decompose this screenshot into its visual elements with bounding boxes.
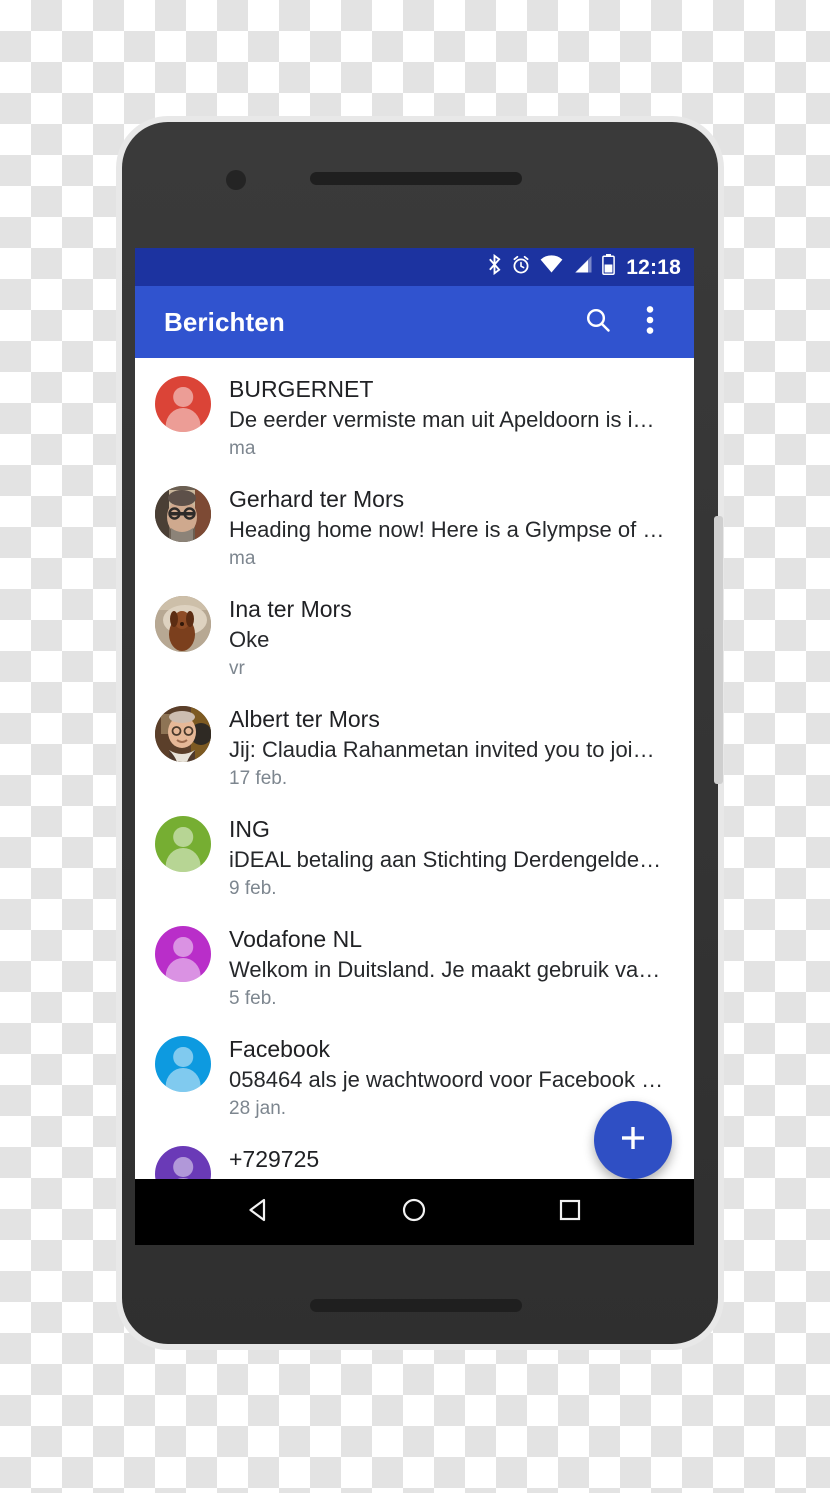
list-item[interactable]: Gerhard ter Mors Heading home now! Here … <box>135 468 694 578</box>
conversation-timestamp: ma <box>229 548 256 569</box>
avatar <box>155 596 211 652</box>
app-toolbar: Berichten <box>135 286 694 358</box>
avatar <box>155 376 211 432</box>
conversation-snippet: iDEAL betaling aan Stichting Derdengelde… <box>229 847 666 872</box>
wifi-icon <box>540 255 563 279</box>
contact-photo <box>155 706 211 762</box>
conversation-snippet: 058464 als je wachtwoord voor Facebook M… <box>229 1067 666 1092</box>
avatar <box>155 926 211 982</box>
conversation-snippet: De eerder vermiste man uit Apeldoorn is … <box>229 407 666 432</box>
conversation-timestamp: vr <box>229 658 245 679</box>
bottom-speaker <box>310 1299 522 1312</box>
phone-screen: 12:18 Berichten BURGERNET De eerder verm… <box>135 248 694 1245</box>
conversation-name: Facebook <box>229 1036 331 1062</box>
conversation-name: ING <box>229 816 270 842</box>
cellular-signal-icon <box>572 255 593 279</box>
list-item[interactable]: Ina ter Mors Oke vr <box>135 578 694 688</box>
avatar <box>155 1036 211 1092</box>
battery-icon <box>602 254 616 280</box>
conversation-snippet: Jij: Claudia Rahanmetan invited you to j… <box>229 737 666 762</box>
status-bar: 12:18 <box>135 248 694 286</box>
conversation-name: Vodafone NL <box>229 926 363 952</box>
earpiece-speaker <box>310 172 522 185</box>
list-item[interactable]: Albert ter Mors Jij: Claudia Rahanmetan … <box>135 688 694 798</box>
conversation-name: Albert ter Mors <box>229 706 380 732</box>
conversation-timestamp: 5 feb. <box>229 988 277 1009</box>
conversation-snippet: Oke <box>229 627 270 652</box>
conversation-list[interactable]: BURGERNET De eerder vermiste man uit Ape… <box>135 358 694 1217</box>
back-button[interactable] <box>229 1188 289 1236</box>
front-camera-icon <box>226 170 246 190</box>
home-button[interactable] <box>384 1188 444 1236</box>
recents-icon <box>557 1197 583 1228</box>
plus-icon <box>617 1122 649 1159</box>
home-icon <box>400 1196 428 1229</box>
search-icon <box>584 306 612 339</box>
conversation-timestamp: ma <box>229 438 256 459</box>
conversation-snippet: Heading home now! Here is a Glympse of m… <box>229 517 666 542</box>
search-button[interactable] <box>572 296 624 348</box>
conversation-name: Ina ter Mors <box>229 596 352 622</box>
recents-button[interactable] <box>540 1188 600 1236</box>
conversation-name: BURGERNET <box>229 376 374 402</box>
avatar <box>155 816 211 872</box>
list-item[interactable]: BURGERNET De eerder vermiste man uit Ape… <box>135 358 694 468</box>
conversation-timestamp: 9 feb. <box>229 878 277 899</box>
avatar <box>155 706 211 762</box>
back-icon <box>245 1196 273 1229</box>
power-button[interactable] <box>714 516 723 784</box>
bluetooth-icon <box>487 253 502 280</box>
more-options-icon <box>646 305 654 340</box>
android-navigation-bar <box>135 1179 694 1245</box>
conversation-name: Gerhard ter Mors <box>229 486 405 512</box>
alarm-icon <box>511 255 531 280</box>
contact-photo <box>155 486 211 542</box>
list-item[interactable]: ING iDEAL betaling aan Stichting Derdeng… <box>135 798 694 908</box>
app-title: Berichten <box>164 306 285 337</box>
list-item[interactable]: Vodafone NL Welkom in Duitsland. Je maak… <box>135 908 694 1018</box>
page-background: 12:18 Berichten BURGERNET De eerder verm… <box>0 0 830 1493</box>
avatar <box>155 486 211 542</box>
status-bar-clock: 12:18 <box>626 255 681 279</box>
contact-photo <box>155 596 211 652</box>
conversation-timestamp: 17 feb. <box>229 768 288 789</box>
conversation-snippet: Welkom in Duitsland. Je maakt gebruik va… <box>229 957 666 982</box>
overflow-menu-button[interactable] <box>624 296 676 348</box>
new-conversation-button[interactable] <box>594 1101 672 1179</box>
